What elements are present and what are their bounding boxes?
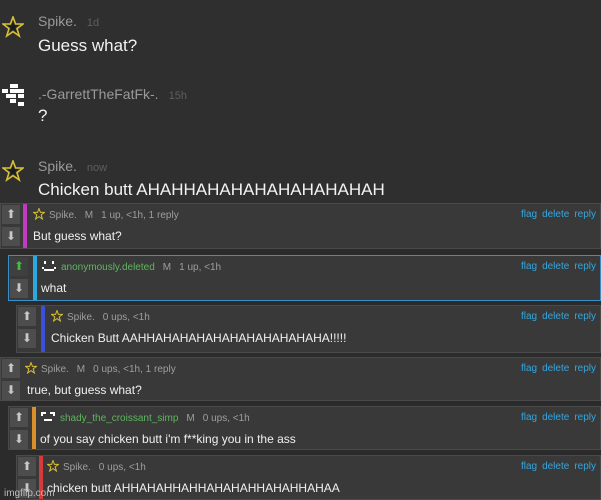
- star-icon: [25, 362, 37, 374]
- reply-actions: flag delete reply: [516, 209, 596, 220]
- reply-header: shady_the_croissant_simp M 0 ups, <1h: [40, 411, 250, 424]
- downvote-arrow-icon[interactable]: ⬇: [2, 227, 20, 246]
- reply-link[interactable]: reply: [574, 412, 596, 423]
- upvote-arrow-icon[interactable]: ⬆: [2, 205, 20, 224]
- vote-buttons: ⬆ ⬇: [10, 408, 28, 450]
- downvote-arrow-icon[interactable]: ⬇: [2, 381, 20, 400]
- star-icon: [33, 208, 45, 220]
- delete-link[interactable]: delete: [542, 461, 569, 472]
- thread-bar: [33, 256, 37, 300]
- chat-timestamp: now: [86, 162, 108, 174]
- reply-text: true, but guess what?: [27, 383, 142, 397]
- star-icon: [2, 160, 24, 182]
- chat-username[interactable]: Spike. now: [38, 158, 107, 174]
- imgflip-watermark: imgflip.com: [4, 488, 55, 499]
- flag-link[interactable]: flag: [521, 311, 537, 322]
- upvote-arrow-icon[interactable]: ⬆: [18, 307, 36, 326]
- flag-link[interactable]: flag: [521, 261, 537, 272]
- chat-timestamp: 15h: [168, 90, 187, 102]
- thread-bar: [32, 407, 36, 449]
- upvote-arrow-icon[interactable]: ⬆: [2, 359, 20, 378]
- reply-actions: flag delete reply: [516, 261, 596, 272]
- reply-username[interactable]: Spike.: [63, 462, 91, 473]
- star-icon: [2, 16, 24, 38]
- reply-meta: 0 ups, <1h: [98, 462, 146, 473]
- reply-meta: 0 ups, <1h, 1 reply: [93, 364, 176, 375]
- downvote-arrow-icon[interactable]: ⬇: [10, 430, 28, 449]
- reply-header: Spike. M 1 up, <1h, 1 reply: [33, 208, 179, 221]
- reply-comment: ⬆ ⬇ shady_the_croissant_simp M 0 ups, <1h …: [8, 406, 601, 450]
- reply-text: Chicken Butt AAHHAHAHAHAHAHAHAHAHAHAHA!!…: [51, 331, 347, 345]
- thread-bar: [23, 204, 27, 248]
- reply-text: what: [41, 281, 67, 295]
- chat-message-text: Chicken butt AHAHHAHAHAHAHAHAHAHAH: [38, 180, 385, 199]
- reply-comment: ⬆ ⬇ Spike. 0 ups, <1h Chicken Butt AAHHAH…: [16, 305, 601, 353]
- upvote-arrow-icon[interactable]: ⬆: [10, 408, 28, 427]
- reply-link[interactable]: reply: [574, 209, 596, 220]
- star-icon: [47, 460, 59, 472]
- pixel-face-icon: [42, 261, 56, 271]
- vote-buttons: ⬆ ⬇: [2, 359, 20, 401]
- mod-badge: M: [162, 262, 172, 273]
- reply-username[interactable]: Spike.: [67, 312, 95, 323]
- reply-username[interactable]: Spike.: [41, 364, 69, 375]
- reply-actions: flag delete reply: [516, 412, 596, 423]
- reply-link[interactable]: reply: [574, 461, 596, 472]
- reply-text: chicken butt AHHAHAHHAHHAHAHAHHAHAHHAHAA: [47, 481, 340, 495]
- pixel-face-icon: [41, 412, 55, 421]
- reply-meta: 1 up, <1h, 1 reply: [101, 210, 179, 221]
- upvote-arrow-icon[interactable]: ⬆: [10, 257, 28, 276]
- pixel-avatar-icon: [2, 84, 24, 106]
- reply-header: Spike. 0 ups, <1h: [47, 460, 146, 473]
- chat-message-text: Guess what?: [38, 36, 138, 55]
- reply-text: But guess what?: [33, 229, 122, 243]
- reply-username[interactable]: anonymously.deleted: [61, 262, 155, 273]
- reply-header: Spike. M 0 ups, <1h, 1 reply: [25, 362, 176, 375]
- reply-meta: 0 ups, <1h: [102, 312, 150, 323]
- reply-username[interactable]: shady_the_croissant_simp: [60, 413, 178, 424]
- chat-timestamp: 1d: [86, 17, 100, 29]
- star-icon: [51, 310, 63, 322]
- chat-username[interactable]: Spike. 1d: [38, 13, 99, 29]
- flag-link[interactable]: flag: [521, 363, 537, 374]
- delete-link[interactable]: delete: [542, 209, 569, 220]
- flag-link[interactable]: flag: [521, 412, 537, 423]
- reply-link[interactable]: reply: [574, 261, 596, 272]
- vote-buttons: ⬆ ⬇: [18, 307, 36, 349]
- vote-buttons: ⬆ ⬇: [10, 257, 28, 299]
- flag-link[interactable]: flag: [521, 461, 537, 472]
- delete-link[interactable]: delete: [542, 311, 569, 322]
- reply-header: anonymously.deleted M 1 up, <1h: [41, 260, 221, 273]
- reply-header: Spike. 0 ups, <1h: [51, 310, 150, 323]
- vote-buttons: ⬆ ⬇: [2, 205, 20, 247]
- reply-comment: ⬆ ⬇ anonymously.deleted M 1 up, <1h what f…: [8, 255, 601, 301]
- reply-link[interactable]: reply: [574, 363, 596, 374]
- reply-text: of you say chicken butt i'm f**king you …: [40, 432, 296, 446]
- delete-link[interactable]: delete: [542, 363, 569, 374]
- chat-panel: Spike. 1d Guess what? .-GarrettTheFatFk-.…: [0, 0, 601, 204]
- downvote-arrow-icon[interactable]: ⬇: [10, 279, 28, 298]
- reply-actions: flag delete reply: [516, 461, 596, 472]
- delete-link[interactable]: delete: [542, 412, 569, 423]
- chat-username[interactable]: .-GarrettTheFatFk-. 15h: [38, 86, 187, 102]
- thread-bar: [41, 306, 45, 352]
- reply-meta: 1 up, <1h: [179, 262, 222, 273]
- downvote-arrow-icon[interactable]: ⬇: [18, 329, 36, 348]
- upvote-arrow-icon[interactable]: ⬆: [18, 457, 36, 476]
- reply-meta: 0 ups, <1h: [202, 413, 250, 424]
- reply-actions: flag delete reply: [516, 363, 596, 374]
- reply-comment: ⬆ ⬇ Spike. M 0 ups, <1h, 1 reply true, but…: [0, 357, 601, 401]
- reply-link[interactable]: reply: [574, 311, 596, 322]
- mod-badge: M: [76, 364, 86, 375]
- reply-comment: ⬆ ⬇ Spike. M 1 up, <1h, 1 reply But guess …: [0, 203, 601, 249]
- chat-message-text: ?: [38, 106, 48, 125]
- delete-link[interactable]: delete: [542, 261, 569, 272]
- reply-comment: ⬆ ⬇ Spike. 0 ups, <1h chicken butt AHHAHA…: [16, 455, 601, 500]
- flag-link[interactable]: flag: [521, 209, 537, 220]
- mod-badge: M: [186, 413, 195, 424]
- reply-username[interactable]: Spike.: [49, 210, 77, 221]
- reply-actions: flag delete reply: [516, 311, 596, 322]
- mod-badge: M: [84, 210, 94, 221]
